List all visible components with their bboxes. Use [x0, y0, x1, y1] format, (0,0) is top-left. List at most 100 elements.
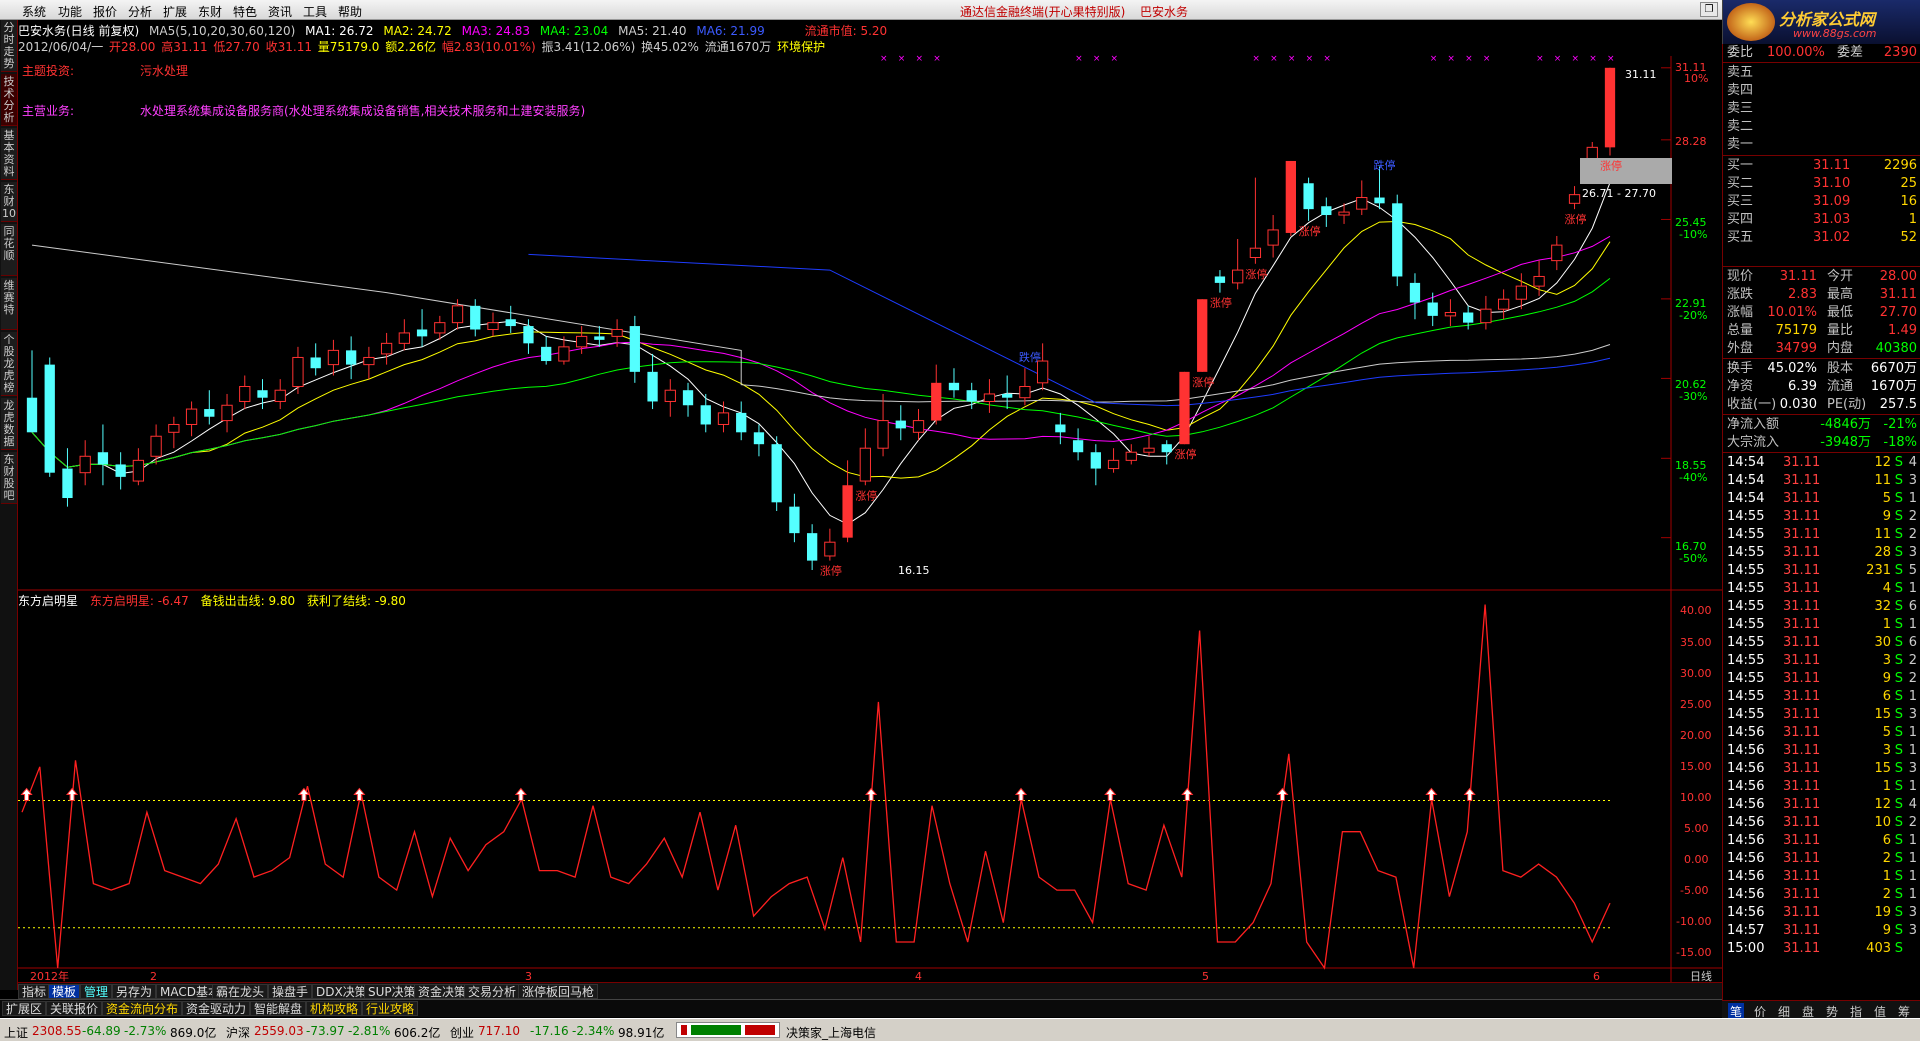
- stat-value: 2.83: [1788, 287, 1817, 302]
- hs-pct: -2.81%: [348, 1024, 391, 1038]
- tab-dragon-head[interactable]: 霸在龙头: [212, 984, 269, 999]
- tab-extension[interactable]: 扩展区: [2, 1001, 47, 1016]
- menu-quote[interactable]: 报价: [93, 3, 117, 20]
- tick-count: 1: [1908, 689, 1917, 704]
- tick-qty: 28: [1874, 545, 1891, 560]
- restore-icon[interactable]: ❐: [1700, 2, 1718, 17]
- candle-body: [168, 423, 180, 433]
- tick-row: 14:56 31.11 2 S 1: [1727, 886, 1917, 904]
- tab-template[interactable]: 模板: [48, 984, 81, 999]
- tab-fund-flow[interactable]: 资金流向分布: [102, 1001, 183, 1016]
- tab-industry[interactable]: 行业攻略: [362, 1001, 419, 1016]
- left-tab-tech-analysis[interactable]: 技术分析: [1, 74, 17, 126]
- tick-count: 6: [1908, 599, 1917, 614]
- candle: [594, 326, 605, 347]
- buy3-row[interactable]: 买三 31.09 16: [1727, 193, 1917, 210]
- tick-qty: 9: [1882, 923, 1891, 938]
- menu-tools[interactable]: 工具: [303, 3, 327, 20]
- candle: [1374, 166, 1385, 210]
- indicator-name[interactable]: 东方启明星: [18, 594, 78, 608]
- tick-side: S: [1894, 797, 1903, 812]
- candle-body: [1249, 247, 1262, 259]
- tick-price: 31.11: [1783, 635, 1821, 650]
- buy5-row[interactable]: 买五 31.02 52: [1727, 229, 1917, 246]
- menu-news[interactable]: 资讯: [268, 3, 292, 20]
- tab-sup[interactable]: SUP决策: [364, 984, 420, 999]
- candle-body: [310, 357, 321, 369]
- left-tab-eastmoney10[interactable]: 东财10: [1, 182, 17, 222]
- left-tab-timeshare[interactable]: 分时走势: [1, 20, 17, 72]
- tick-time: 14:56: [1727, 743, 1765, 758]
- menu-function[interactable]: 功能: [58, 3, 82, 20]
- left-tab-dragon-list[interactable]: 个股龙虎榜: [1, 332, 17, 396]
- tab-manage[interactable]: 管理: [80, 984, 113, 999]
- menu-extend[interactable]: 扩展: [163, 3, 187, 20]
- candle: [717, 401, 730, 433]
- tick-price: 31.11: [1783, 851, 1821, 866]
- buy-label: 买五: [1727, 230, 1754, 245]
- left-tab-weisaite[interactable]: 维赛特: [1, 278, 17, 330]
- sh-label[interactable]: 上证: [4, 1024, 28, 1041]
- tick-side: S: [1894, 707, 1903, 722]
- tick-side: S: [1894, 923, 1903, 938]
- tab-fund-drive[interactable]: 资金驱动力: [182, 1001, 251, 1016]
- sell1-row[interactable]: 卖一: [1727, 136, 1917, 153]
- left-tab-dragon-data[interactable]: 龙虎数据: [1, 398, 17, 450]
- tab-trader[interactable]: 操盘手: [268, 984, 313, 999]
- tab-trade-analysis[interactable]: 交易分析: [464, 984, 521, 999]
- candle-body: [736, 412, 747, 433]
- candle-body: [204, 409, 215, 417]
- market-bar-icon: [676, 1022, 780, 1038]
- left-tab-tonghuashun[interactable]: 同花顺: [1, 224, 17, 276]
- menu-eastmoney[interactable]: 东财: [198, 3, 222, 20]
- stat-row: 涨跌 2.83 最高 31.11: [1727, 286, 1917, 303]
- tick-row: 14:55 31.11 231 S 5: [1727, 562, 1917, 580]
- hs-label[interactable]: 沪深: [226, 1024, 250, 1041]
- tick-side: S: [1894, 905, 1903, 920]
- buy4-row[interactable]: 买四 31.03 1: [1727, 211, 1917, 228]
- period-label[interactable]: 日线: [1690, 969, 1712, 983]
- candle: [44, 357, 55, 477]
- menu-system[interactable]: 系统: [22, 3, 46, 20]
- menu-help[interactable]: 帮助: [338, 3, 362, 20]
- ma3-line: [31, 235, 1611, 468]
- ma-params[interactable]: MA5(5,10,20,30,60,120): [149, 24, 295, 38]
- menu-analysis[interactable]: 分析: [128, 3, 152, 20]
- tab-fund[interactable]: 资金决策: [414, 984, 471, 999]
- tab-ddx[interactable]: DDX决策: [312, 984, 371, 999]
- tick-row: 14:56 31.11 12 S 4: [1727, 796, 1917, 814]
- tick-row: 14:54 31.11 11 S 3: [1727, 472, 1917, 490]
- stat-row: 外盘 34799 内盘 40380: [1727, 340, 1917, 357]
- tab-institution[interactable]: 机构攻略: [306, 1001, 363, 1016]
- tick-price: 31.11: [1783, 545, 1821, 560]
- menu-feature[interactable]: 特色: [233, 3, 257, 20]
- tab-save-as[interactable]: 另存为: [112, 984, 157, 999]
- tab-limit-up[interactable]: 涨停板回马枪: [518, 984, 599, 999]
- candle: [1019, 368, 1031, 406]
- left-tab-basic-info[interactable]: 基本资料: [1, 128, 17, 180]
- sell4-row[interactable]: 卖四: [1727, 82, 1917, 99]
- candle: [1055, 412, 1066, 445]
- sell3-row[interactable]: 卖三: [1727, 100, 1917, 117]
- left-tab-forum[interactable]: 东财股吧: [1, 452, 17, 504]
- signal-x-mark: ×: [1447, 54, 1455, 64]
- candle-body: [434, 322, 446, 334]
- candle: [1356, 180, 1368, 216]
- tick-count: 1: [1908, 779, 1917, 794]
- candle: [1321, 197, 1332, 227]
- weicha-label: 委差: [1837, 45, 1864, 60]
- kline-chart-area[interactable]: × × × × × × × × × × × × × × × × × × × × × 31.11 10% 28.28 25…: [18, 20, 1722, 990]
- buy1-row[interactable]: 买一 31.11 2296: [1727, 157, 1917, 174]
- sell2-row[interactable]: 卖二: [1727, 118, 1917, 135]
- tab-indicator[interactable]: 指标: [18, 984, 51, 999]
- cy-label[interactable]: 创业: [450, 1024, 474, 1041]
- sell5-row[interactable]: 卖五: [1727, 64, 1917, 81]
- candle: [416, 309, 428, 347]
- sell2-label: 卖二: [1727, 119, 1754, 134]
- chart-header-quote: 2012/06/04/一 开28.00 高31.11 低27.70 收31.11…: [18, 38, 1398, 54]
- candle: [346, 336, 357, 380]
- tick-price: 31.11: [1783, 905, 1821, 920]
- buy2-row[interactable]: 买二 31.10 25: [1727, 175, 1917, 192]
- tab-related-quote[interactable]: 关联报价: [46, 1001, 103, 1016]
- tab-smart-analysis[interactable]: 智能解盘: [250, 1001, 307, 1016]
